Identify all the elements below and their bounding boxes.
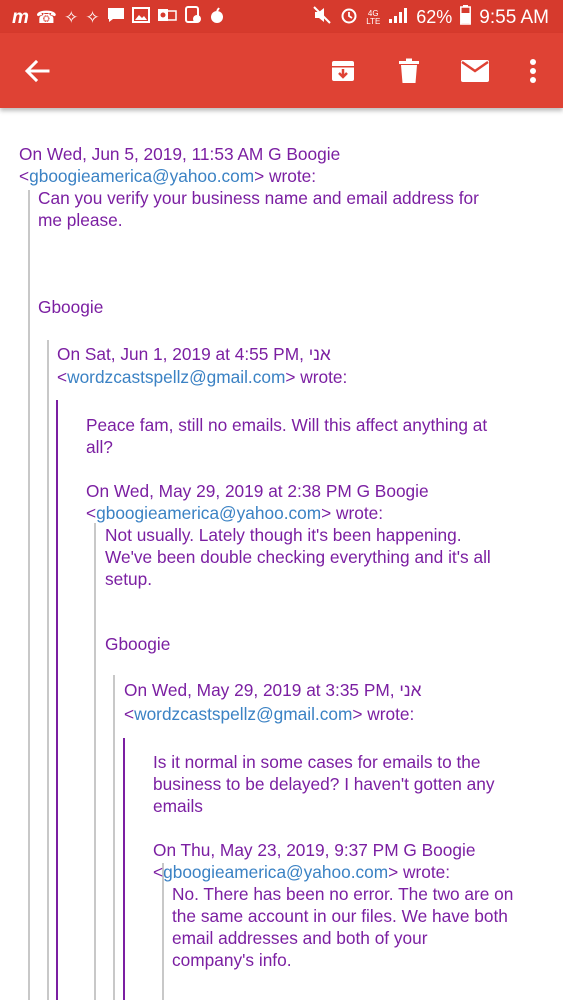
header-prefix: < xyxy=(57,367,68,387)
back-button[interactable] xyxy=(8,33,66,108)
quote-bar xyxy=(113,675,115,1000)
quote-header: On Wed, May 29, 2019 at 3:35 PM, אני xyxy=(124,680,422,700)
header-suffix: > wrote: xyxy=(321,503,384,523)
quote-header: On Sat, Jun 1, 2019 at 4:55 PM, אני xyxy=(57,344,331,364)
quote-header: On Wed, May 29, 2019 at 2:38 PM G Boogie xyxy=(86,481,429,501)
message-text: Not usually. Lately though it's been hap… xyxy=(105,525,462,545)
email-link[interactable]: gboogieamerica@yahoo.com xyxy=(29,166,254,186)
mark-unread-button[interactable] xyxy=(446,33,504,108)
clock: 9:55 AM xyxy=(479,6,549,28)
message-icon xyxy=(107,7,125,28)
quote-header-address: <gboogieamerica@yahoo.com> wrote: xyxy=(153,861,450,883)
email-link[interactable]: wordzcastspellz@gmail.com xyxy=(67,367,285,387)
bomb-icon xyxy=(209,6,225,29)
header-prefix: < xyxy=(19,166,30,186)
header-prefix: < xyxy=(124,704,135,724)
alarm-icon xyxy=(340,6,358,29)
message-text: business to be delayed? I haven't gotten… xyxy=(153,774,495,794)
signal-icon xyxy=(388,6,408,29)
message-text: Is it normal in some cases for emails to… xyxy=(153,752,481,772)
message-text: We've been double checking everything an… xyxy=(105,547,491,567)
archive-button[interactable] xyxy=(314,33,372,108)
message-text: setup. xyxy=(105,569,153,589)
signature: Gboogie xyxy=(38,297,104,317)
message-text: company's info. xyxy=(172,950,292,970)
delete-button[interactable] xyxy=(380,33,438,108)
email-link[interactable]: gboogieamerica@yahoo.com xyxy=(163,862,388,882)
status-bar: m ☎ ✧ ✧ 4G LTE 62% 9:55 AM xyxy=(0,0,563,33)
quote-bar xyxy=(162,863,164,1000)
more-options-button[interactable] xyxy=(508,33,558,108)
quote-bar xyxy=(94,523,96,1000)
image-icon xyxy=(131,7,150,28)
toolbar xyxy=(0,33,563,108)
quote-header-address: <wordzcastspellz@gmail.com> wrote: xyxy=(57,366,347,388)
email-link[interactable]: gboogieamerica@yahoo.com xyxy=(96,503,321,523)
message-text: me please. xyxy=(38,210,123,230)
message-text: No. There has been no error. The two are… xyxy=(172,884,514,904)
quote-header-address: <gboogieamerica@yahoo.com> wrote: xyxy=(19,165,316,187)
quote-header: On Thu, May 23, 2019, 9:37 PM G Boogie xyxy=(153,840,476,860)
message-text: Can you verify your business name and em… xyxy=(38,188,479,208)
more-vert-icon xyxy=(530,58,536,83)
system-status: 4G LTE 62% 9:55 AM xyxy=(312,5,549,30)
battery-icon xyxy=(460,5,472,30)
quote-bar xyxy=(56,400,58,1000)
message-text: the same account in our files. We have b… xyxy=(172,906,508,926)
quote-header-address: <gboogieamerica@yahoo.com> wrote: xyxy=(86,502,383,524)
app-icon: ✧ xyxy=(64,7,79,27)
quote-bar xyxy=(123,738,125,1000)
mute-icon xyxy=(312,6,332,29)
archive-icon xyxy=(332,60,354,81)
message-text: all? xyxy=(86,437,113,457)
app-icon xyxy=(184,6,202,29)
message-text: Peace fam, still no emails. Will this af… xyxy=(86,415,488,435)
incoming-call-icon: ☎ xyxy=(35,7,58,27)
message-text: email addresses and both of your xyxy=(172,928,428,948)
header-suffix: > wrote: xyxy=(388,862,451,882)
app-icon: ✧ xyxy=(85,7,100,27)
mail-icon xyxy=(461,59,489,82)
message-text: emails xyxy=(153,796,203,816)
email-thread[interactable]: On Wed, Jun 5, 2019, 11:53 AM G Boogie <… xyxy=(0,110,563,1000)
header-prefix: < xyxy=(86,503,97,523)
header-suffix: > wrote: xyxy=(254,166,317,186)
quote-header-address: <wordzcastspellz@gmail.com> wrote: xyxy=(124,703,414,725)
lte-icon: 4G LTE xyxy=(366,8,381,26)
outlook-icon xyxy=(157,7,177,28)
trash-icon xyxy=(399,58,419,83)
header-suffix: > wrote: xyxy=(285,367,348,387)
m-app-icon: m xyxy=(12,6,29,28)
email-link[interactable]: wordzcastspellz@gmail.com xyxy=(134,704,352,724)
header-suffix: > wrote: xyxy=(352,704,415,724)
quote-bar xyxy=(28,190,30,1000)
arrow-left-icon xyxy=(24,59,50,82)
signature: Gboogie xyxy=(105,634,171,654)
battery-percent: 62% xyxy=(416,7,453,27)
header-prefix: < xyxy=(153,862,164,882)
quote-bar xyxy=(47,340,49,1000)
quote-header: On Wed, Jun 5, 2019, 11:53 AM G Boogie xyxy=(19,144,341,164)
notification-icons: m ☎ ✧ ✧ xyxy=(12,6,225,29)
